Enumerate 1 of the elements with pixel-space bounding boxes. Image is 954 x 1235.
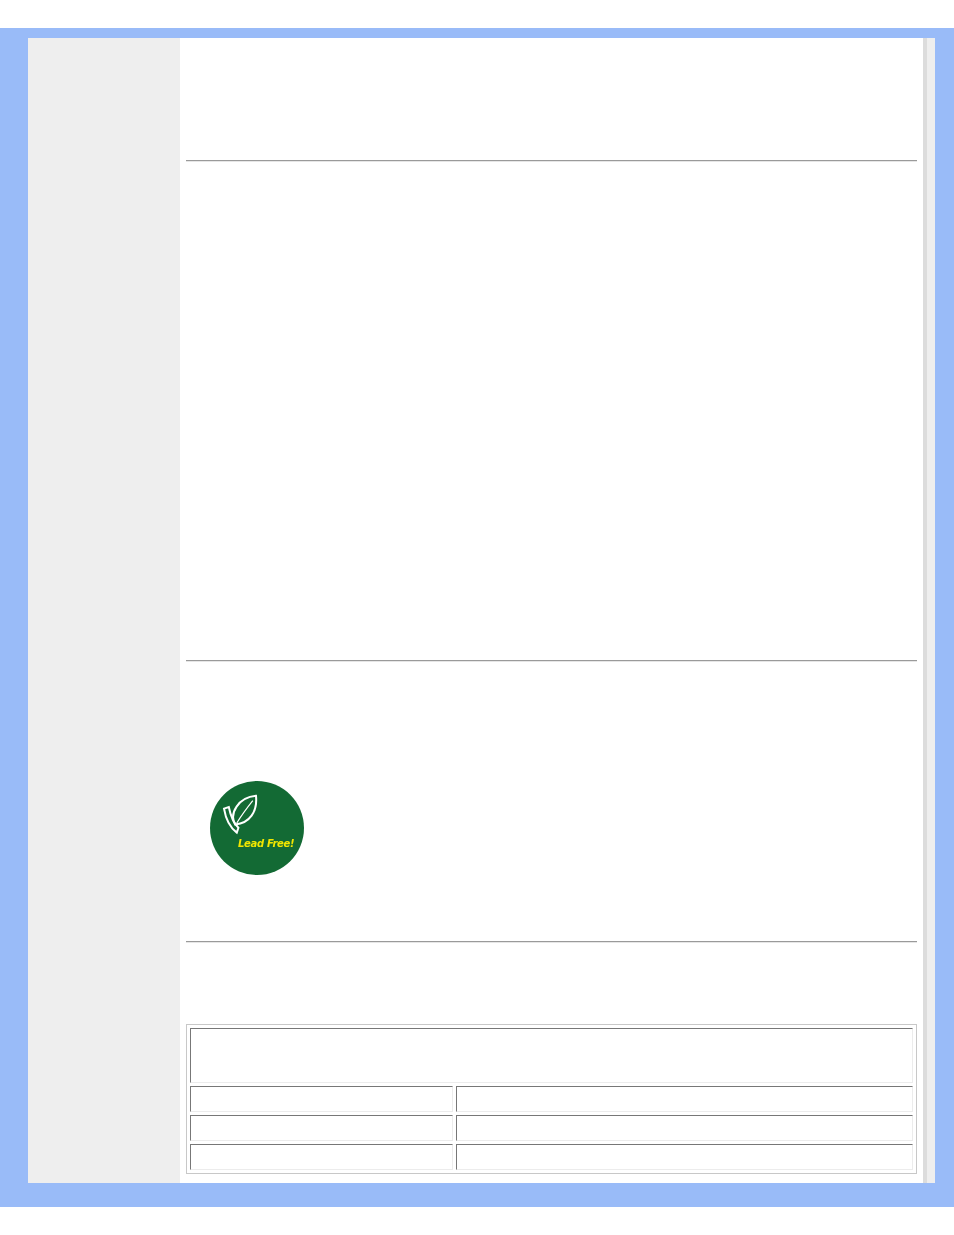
badge-label: Lead Free! <box>238 838 295 849</box>
